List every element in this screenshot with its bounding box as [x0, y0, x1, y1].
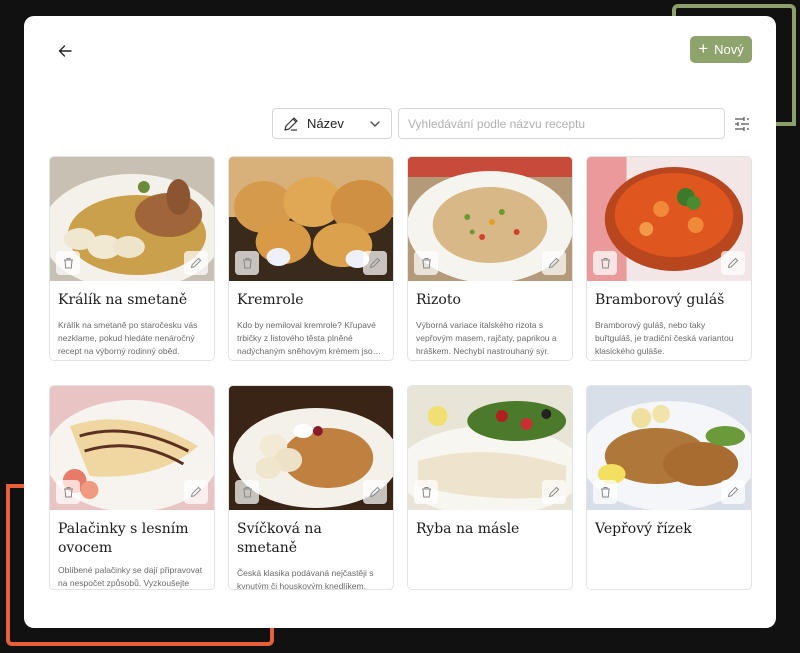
- recipe-description: Výborná variace italského rizota s vepřo…: [416, 320, 557, 356]
- pencil-icon: [548, 486, 560, 498]
- recipe-title: Kremrole: [237, 292, 304, 308]
- recipe-title: Bramborový guláš: [595, 292, 725, 308]
- trash-icon: [421, 258, 431, 269]
- recipe-card[interactable]: Ryba na másle: [407, 385, 573, 590]
- chevron-down-icon: [370, 120, 380, 127]
- back-button[interactable]: [54, 40, 76, 62]
- search-input[interactable]: [398, 108, 725, 139]
- arrow-left-icon: [58, 45, 72, 57]
- edit-button[interactable]: [363, 251, 387, 275]
- recipe-card[interactable]: Rizoto Výborná variace italského rizota …: [407, 156, 573, 361]
- pencil-icon: [369, 486, 381, 498]
- recipe-description: [408, 539, 572, 548]
- recipe-card[interactable]: Bramborový guláš Bramborový guláš, nebo …: [586, 156, 752, 361]
- new-recipe-button[interactable]: + Nový: [690, 36, 752, 63]
- trash-icon: [63, 258, 73, 269]
- pencil-icon: [548, 257, 560, 269]
- recipe-image: [587, 157, 751, 281]
- recipe-card[interactable]: Palačinky s lesním ovocem Oblíbené palač…: [49, 385, 215, 590]
- delete-button[interactable]: [414, 251, 438, 275]
- delete-button[interactable]: [56, 480, 80, 504]
- delete-button[interactable]: [235, 251, 259, 275]
- recipe-image: [229, 386, 393, 510]
- recipe-image: [50, 157, 214, 281]
- recipe-description: Králík na smetaně po staročesku vás nezk…: [58, 320, 198, 356]
- pencil-icon: [369, 257, 381, 269]
- recipe-description: Oblíbené palačinky se dají připravovat n…: [58, 565, 203, 588]
- trash-icon: [63, 487, 73, 498]
- plus-icon: +: [698, 39, 709, 58]
- edit-button[interactable]: [184, 251, 208, 275]
- delete-button[interactable]: [414, 480, 438, 504]
- trash-icon: [421, 487, 431, 498]
- recipe-description: [587, 539, 751, 548]
- delete-button[interactable]: [56, 251, 80, 275]
- recipe-title: Králík na smetaně: [58, 292, 188, 308]
- recipe-image: [229, 157, 393, 281]
- trash-icon: [600, 487, 610, 498]
- trash-icon: [242, 258, 252, 269]
- recipe-image: [50, 386, 214, 510]
- filter-button[interactable]: [732, 114, 752, 134]
- recipe-title: Ryba na másle: [416, 521, 520, 537]
- recipe-card[interactable]: Vepřový řízek: [586, 385, 752, 590]
- pencil-icon: [727, 486, 739, 498]
- sliders-icon: [735, 117, 749, 131]
- delete-button[interactable]: [235, 480, 259, 504]
- recipe-description: Kdo by nemiloval kremrole? Křupavé trbič…: [237, 320, 378, 356]
- pencil-icon: [190, 257, 202, 269]
- recipe-card[interactable]: Svíčková na smetaně Česká klasika podáva…: [228, 385, 394, 590]
- sort-select-value: Název: [307, 116, 344, 131]
- edit-button[interactable]: [542, 480, 566, 504]
- recipe-title: Palačinky s lesním ovocem: [58, 521, 189, 556]
- sort-select[interactable]: Název: [272, 108, 392, 139]
- recipe-title: Rizoto: [416, 292, 461, 308]
- delete-button[interactable]: [593, 251, 617, 275]
- edit-button[interactable]: [542, 251, 566, 275]
- edit-button[interactable]: [363, 480, 387, 504]
- edit-button[interactable]: [721, 480, 745, 504]
- delete-button[interactable]: [593, 480, 617, 504]
- recipe-card[interactable]: Kremrole Kdo by nemiloval kremrole? Křup…: [228, 156, 394, 361]
- recipe-image: [408, 157, 572, 281]
- edit-button[interactable]: [184, 480, 208, 504]
- recipe-description: Česká klasika podávaná nejčastěji s kynu…: [237, 568, 374, 590]
- recipe-image: [587, 386, 751, 510]
- trash-icon: [600, 258, 610, 269]
- trash-icon: [242, 487, 252, 498]
- recipe-title: Vepřový řízek: [595, 521, 692, 537]
- pencil-icon: [727, 257, 739, 269]
- recipe-title: Svíčková na smetaně: [237, 521, 322, 556]
- pencil-icon: [284, 116, 298, 131]
- recipe-card[interactable]: Králík na smetaně Králík na smetaně po s…: [49, 156, 215, 361]
- edit-button[interactable]: [721, 251, 745, 275]
- recipe-grid: Králík na smetaně Králík na smetaně po s…: [49, 156, 754, 590]
- recipe-image: [408, 386, 572, 510]
- new-recipe-label: Nový: [714, 42, 744, 57]
- pencil-icon: [190, 486, 202, 498]
- app-window: + Nový Název Vyhledávání podle názvu rec…: [24, 16, 776, 628]
- recipe-description: Bramborový guláš, nebo taky buřtguláš, j…: [595, 320, 734, 356]
